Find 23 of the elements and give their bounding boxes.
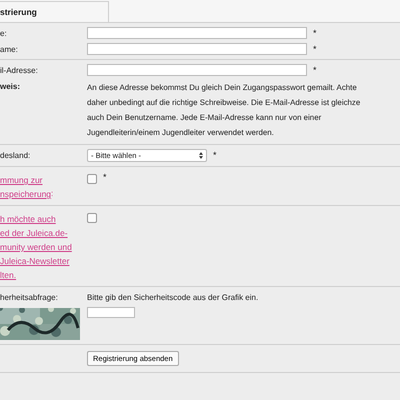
field-label: ame: [0,45,19,54]
required-mark: * [313,43,317,54]
required-mark: * [313,64,317,75]
required-mark: * [213,149,217,160]
field-label: e: [0,29,8,38]
checkbox[interactable] [87,174,97,184]
captcha-field[interactable] [87,307,135,318]
consent-link[interactable]: mmung zur nspeicherung [0,173,52,201]
consent-link[interactable]: h möchte auch ed der Juleica.de- munity werden und Juleica-Newsletter lten. [0,212,72,282]
field-label: herheitsabfrage: [0,293,59,302]
field-label: weis: [0,82,22,91]
dropdown-arrows-icon [199,152,203,159]
form-tab[interactable]: strierung [0,1,109,22]
field-label: desland: [0,151,32,160]
label-colon: : [51,188,54,200]
required-mark: * [103,171,107,182]
captcha-hint: Bitte gib den Sicherheitscode aus der Grafik ein. [87,293,258,302]
required-mark: * [313,27,317,38]
text-field[interactable] [87,64,307,76]
text-field[interactable] [87,27,307,39]
field-label: il-Adresse: [0,66,39,75]
checkbox[interactable] [87,213,97,223]
text-field[interactable] [87,43,307,55]
